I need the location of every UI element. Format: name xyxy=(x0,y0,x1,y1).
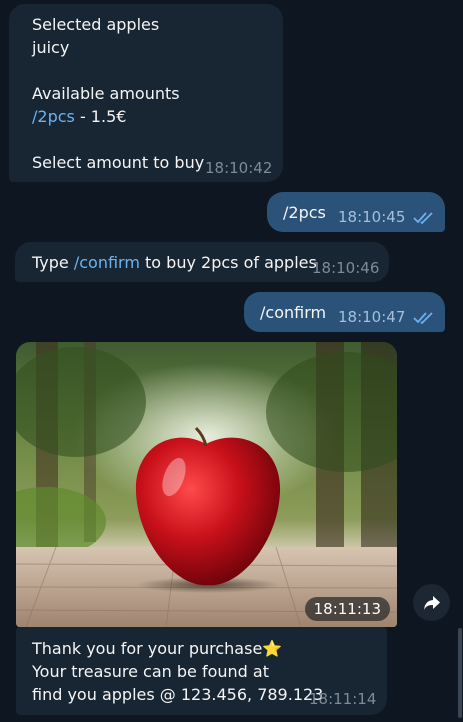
double-check-icon xyxy=(413,312,433,325)
message-time: 18:11:14 xyxy=(309,690,377,708)
thank-you-text: Thank you for your purchase xyxy=(32,639,263,658)
share-button[interactable] xyxy=(413,584,450,621)
message-line: Your treasure can be found at xyxy=(32,662,269,681)
outgoing-message-confirm: /confirm 18:10:47 xyxy=(244,292,445,332)
double-check-icon xyxy=(413,212,433,225)
message-line: juicy xyxy=(32,38,70,57)
text-part: to buy 2pcs of apples xyxy=(139,253,317,272)
image-time: 18:11:13 xyxy=(304,597,390,621)
message-text: /2pcs xyxy=(283,203,326,222)
message-line: Available amounts xyxy=(32,84,180,103)
message-time: 18:10:47 xyxy=(338,308,406,326)
text-part: Type xyxy=(32,253,74,272)
incoming-message-product: Selected apples juicy Available amounts … xyxy=(9,4,283,182)
message-time: 18:10:45 xyxy=(338,208,406,226)
message-line: find you apples @ 123.456, 789.123 xyxy=(32,685,324,704)
apple-photo[interactable]: 18:11:13 xyxy=(16,342,397,627)
command-link-confirm[interactable]: /confirm xyxy=(74,253,140,272)
amount-line: /2pcs - 1.5€ xyxy=(32,105,126,128)
share-arrow-icon xyxy=(423,595,440,610)
confirm-prompt-text: Type /confirm to buy 2pcs of apples xyxy=(32,251,317,274)
message-time: 18:10:46 xyxy=(312,259,380,277)
thank-you-line: Thank you for your purchase⭐ xyxy=(32,637,282,660)
star-emoji-icon: ⭐ xyxy=(262,639,283,658)
apple-image xyxy=(16,342,397,627)
outgoing-message-2pcs: /2pcs 18:10:45 xyxy=(267,192,445,232)
message-text: /confirm xyxy=(260,303,327,322)
price-text: - 1.5€ xyxy=(74,107,127,126)
message-line: Select amount to buy xyxy=(32,153,205,172)
incoming-message-purchase: Thank you for your purchase⭐ Your treasu… xyxy=(16,627,387,715)
incoming-message-confirm-prompt: Type /confirm to buy 2pcs of apples 18:1… xyxy=(15,242,389,282)
scrollbar[interactable] xyxy=(458,628,462,718)
message-line: Selected apples xyxy=(32,15,160,34)
command-link-2pcs[interactable]: /2pcs xyxy=(32,107,75,126)
message-time: 18:10:42 xyxy=(205,159,273,177)
